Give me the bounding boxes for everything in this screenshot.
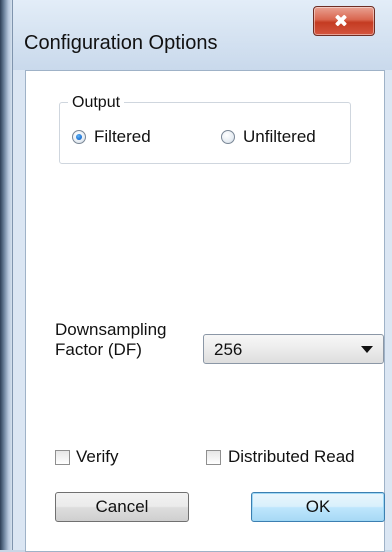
filtered-radio-label[interactable]: Filtered	[94, 127, 151, 147]
ok-button[interactable]: OK	[251, 492, 385, 522]
output-group-label: Output	[68, 94, 125, 112]
verify-checkbox-label[interactable]: Verify	[76, 447, 119, 467]
unfiltered-radio-label[interactable]: Unfiltered	[243, 127, 316, 147]
downsampling-label-line-1: Downsampling	[55, 320, 167, 339]
downsampling-factor-value: 256	[214, 340, 243, 359]
downsampling-factor-dropdown[interactable]: 256	[203, 334, 384, 364]
close-button[interactable]	[313, 6, 375, 36]
window-title: Configuration Options	[24, 32, 218, 54]
verify-checkbox[interactable]	[55, 450, 70, 465]
chevron-down-icon	[361, 346, 373, 353]
filtered-radio[interactable]	[72, 130, 86, 144]
title-bar[interactable]: Configuration Options	[13, 0, 392, 70]
unfiltered-radio[interactable]	[221, 130, 235, 144]
cancel-button[interactable]: Cancel	[55, 492, 189, 522]
distributed-read-checkbox-label[interactable]: Distributed Read	[228, 447, 355, 467]
configuration-options-dialog: Configuration Options Output Filtered Un…	[12, 0, 392, 552]
downsampling-factor-label: Downsampling Factor (DF)	[55, 320, 167, 360]
dialog-content: Output Filtered Unfiltered Downsampling …	[25, 70, 385, 552]
downsampling-label-line-2: Factor (DF)	[55, 340, 142, 359]
background-window-edge	[0, 0, 12, 550]
distributed-read-checkbox[interactable]	[206, 450, 221, 465]
